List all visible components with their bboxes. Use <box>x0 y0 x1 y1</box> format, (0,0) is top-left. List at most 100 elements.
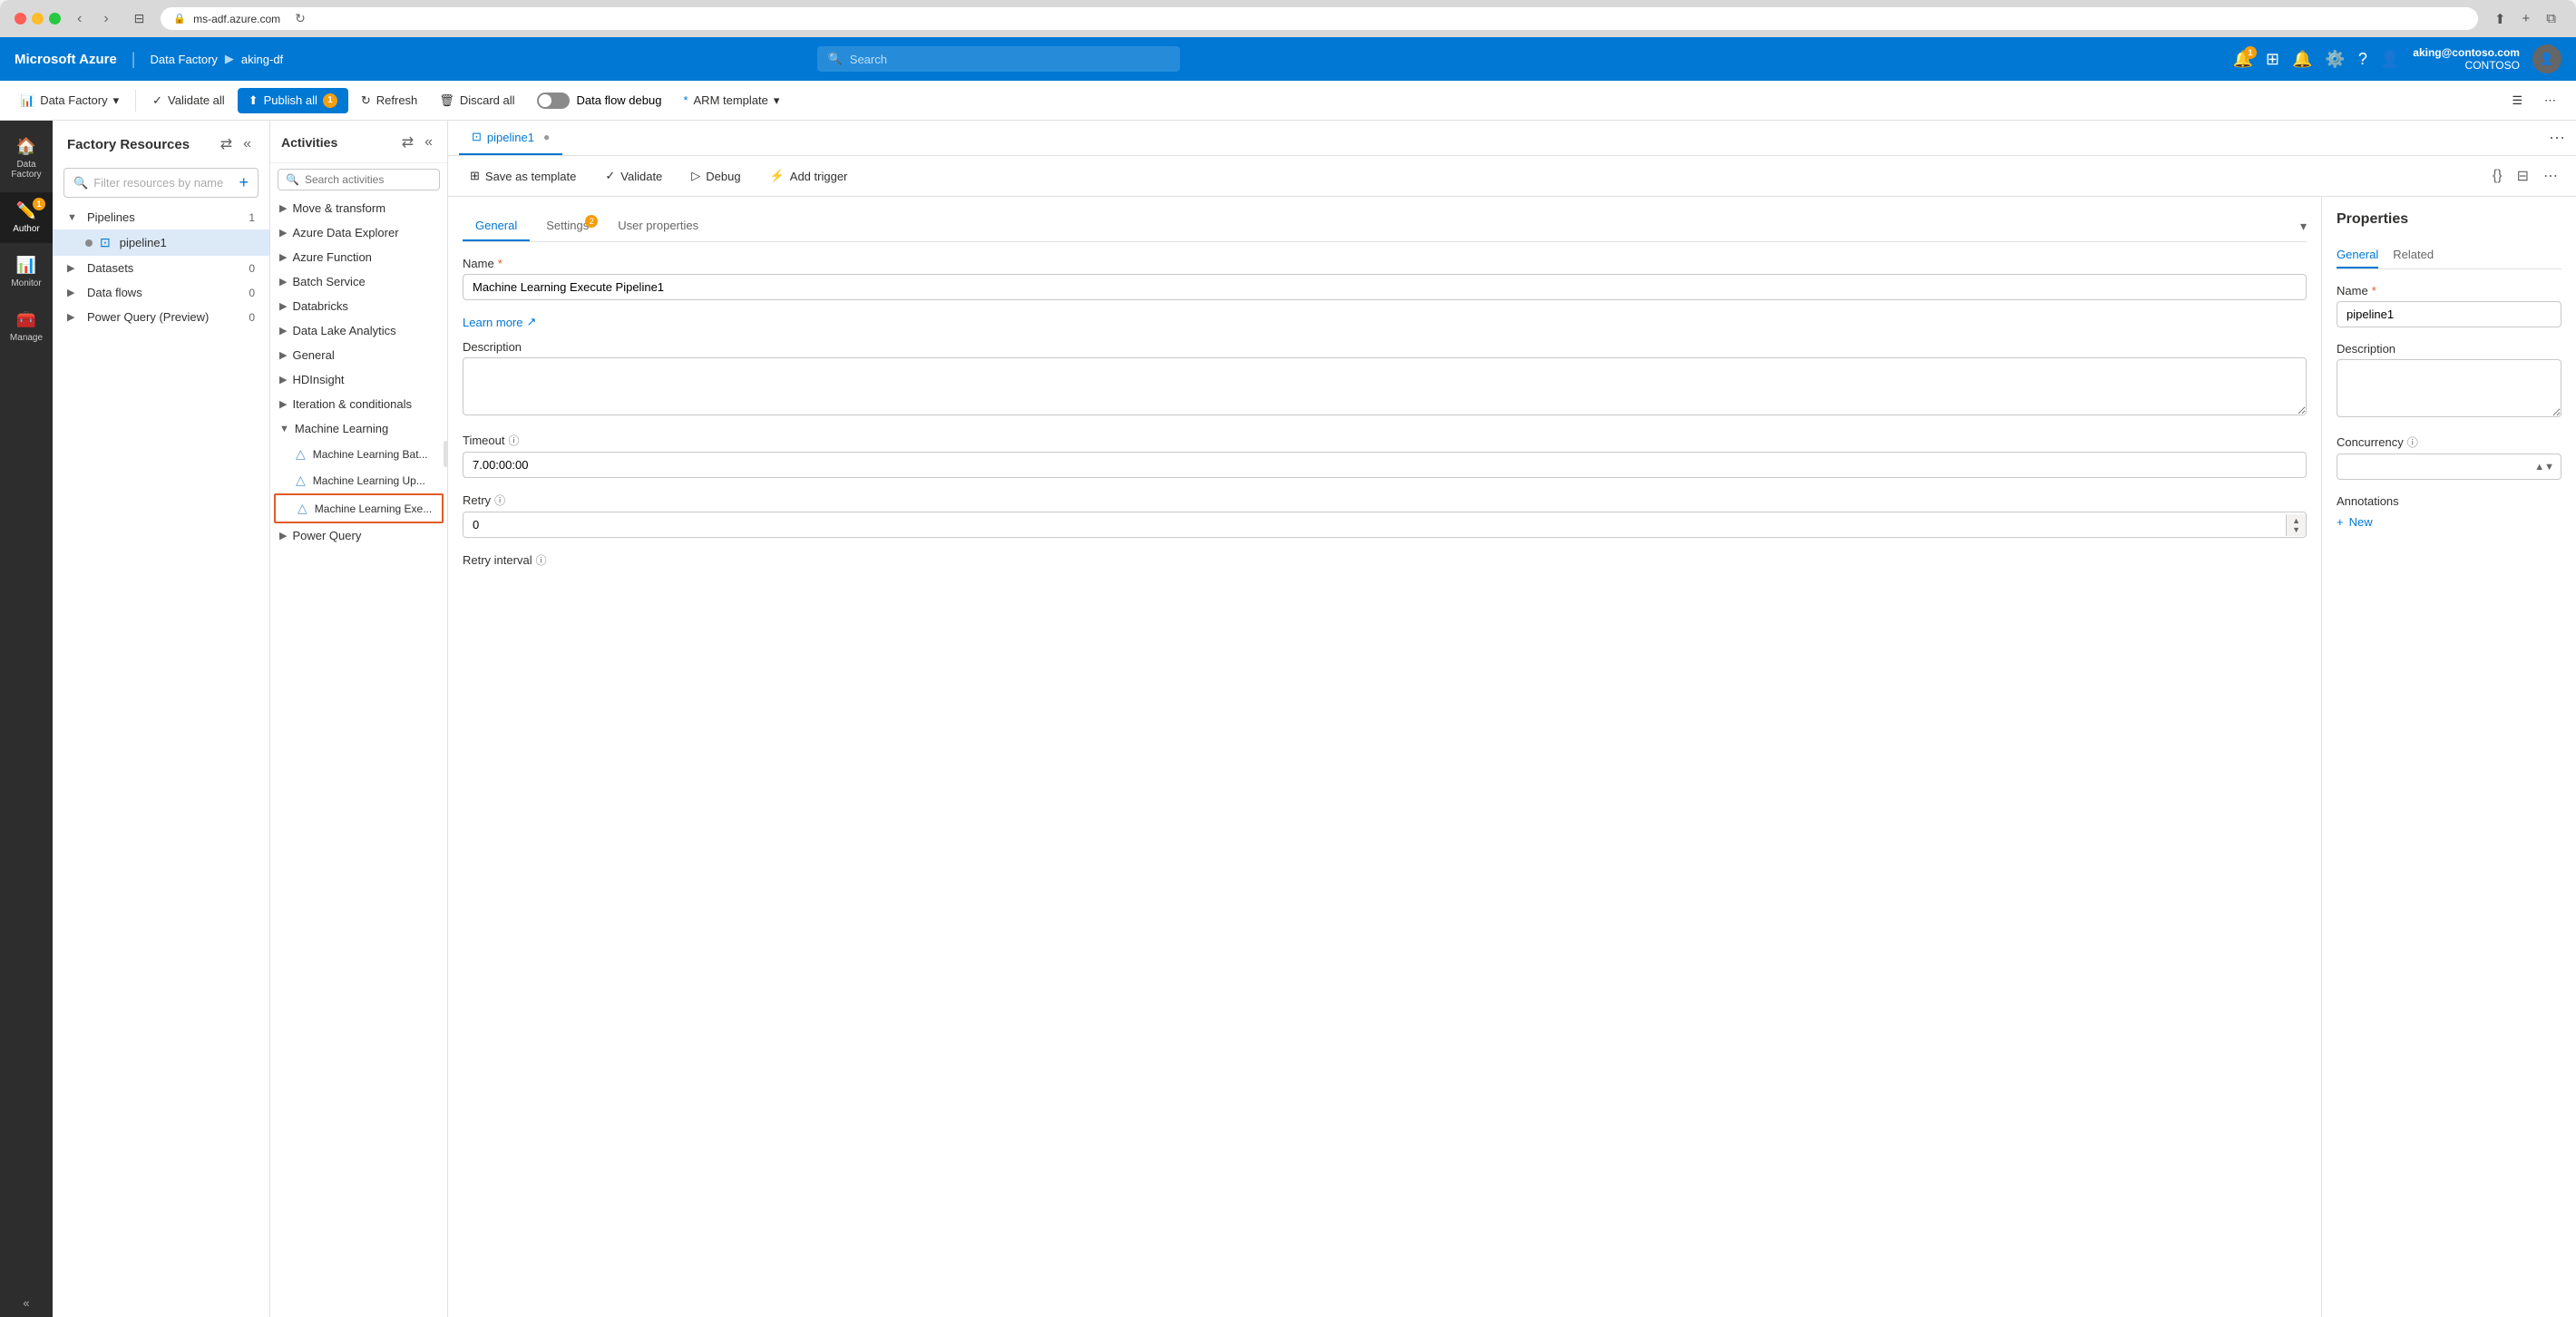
activities-collapse-btn[interactable]: « <box>421 130 436 155</box>
publish-all-button[interactable]: ⬆ Publish all 1 <box>238 88 348 113</box>
breadcrumb-data-factory[interactable]: Data Factory <box>150 53 217 66</box>
share-button[interactable]: ⬆ <box>2489 8 2512 30</box>
user-avatar[interactable]: 👤 <box>2532 44 2561 73</box>
activities-search[interactable]: 🔍 <box>278 169 440 190</box>
more-btn[interactable]: ⋯ <box>2540 163 2561 189</box>
refresh-button[interactable]: ↻ Refresh <box>352 88 426 113</box>
layout-btn[interactable]: ⊟ <box>2513 163 2532 189</box>
save-as-template-btn[interactable]: ⊞ Save as template <box>463 165 583 187</box>
sidebar-item-monitor[interactable]: 📊 Monitor <box>0 247 53 298</box>
activity-ml-batch[interactable]: △ Machine Learning Bat... <box>270 441 447 467</box>
activity-group-hdinsight[interactable]: ▶ HDInsight <box>270 367 447 392</box>
directory-icon[interactable]: ⊞ <box>2266 50 2279 69</box>
list-view-btn[interactable]: ☰ <box>2503 88 2532 113</box>
global-search[interactable]: 🔍 <box>817 46 1180 72</box>
activities-expand-btn[interactable]: ⇄ <box>398 130 417 155</box>
search-input[interactable] <box>850 53 1169 66</box>
azure-logo[interactable]: Microsoft Azure <box>15 52 117 67</box>
activity-group-ml[interactable]: ▼ Machine Learning <box>270 416 447 441</box>
activity-group-databricks[interactable]: ▶ Databricks <box>270 294 447 318</box>
collapse-panel-btn[interactable]: « <box>239 132 255 157</box>
help-icon[interactable]: ? <box>2358 50 2367 69</box>
tree-datasets[interactable]: ▶ Datasets 0 <box>53 256 269 280</box>
right-name-input[interactable] <box>2337 301 2561 327</box>
activity-group-azure-explorer[interactable]: ▶ Azure Data Explorer <box>270 220 447 245</box>
concurrency-select[interactable] <box>2337 454 2561 480</box>
activity-group-iteration[interactable]: ▶ Iteration & conditionals <box>270 392 447 416</box>
forward-button[interactable]: › <box>98 9 113 29</box>
activity-ml-update[interactable]: △ Machine Learning Up... <box>270 467 447 493</box>
scrollbar[interactable] <box>444 441 447 467</box>
notifications-icon[interactable]: 🔔1 <box>2232 50 2252 69</box>
add-trigger-btn[interactable]: ⚡ Add trigger <box>763 165 855 187</box>
activity-properties-panel: General Settings 2 User properties ▾ Nam… <box>448 197 2322 1317</box>
debug-toggle[interactable]: Data flow debug <box>528 89 671 112</box>
activity-name-input[interactable] <box>463 274 2307 300</box>
activity-group-power-query[interactable]: ▶ Power Query <box>270 523 447 548</box>
arm-template-button[interactable]: * ARM template ▾ <box>674 88 788 113</box>
reload-button[interactable]: ↻ <box>295 11 306 26</box>
learn-more-link[interactable]: Learn more ↗ <box>463 315 2307 329</box>
publish-badge: 1 <box>323 93 337 108</box>
collapse-sidebar-btn[interactable]: « <box>15 1289 36 1317</box>
more-options-btn[interactable]: ⋯ <box>2535 88 2565 113</box>
activities-search-input[interactable] <box>305 173 432 186</box>
resources-search[interactable]: 🔍 + <box>63 168 259 198</box>
data-factory-dropdown-btn[interactable]: 📊 Data Factory ▾ <box>11 88 128 113</box>
ml-batch-label: Machine Learning Bat... <box>313 448 428 461</box>
description-textarea[interactable] <box>463 357 2307 415</box>
tab-settings[interactable]: Settings 2 <box>533 211 601 241</box>
activity-ml-execute[interactable]: △ Machine Learning Exe... <box>274 493 444 523</box>
group-label: Azure Function <box>292 250 371 264</box>
new-tab-button[interactable]: + <box>2517 8 2536 30</box>
feedback-icon[interactable]: 👤 <box>2380 50 2400 69</box>
props-chevron-btn[interactable]: ▾ <box>2300 219 2307 234</box>
add-resource-btn[interactable]: + <box>239 173 249 192</box>
tree-pipelines[interactable]: ▼ Pipelines 1 <box>53 205 269 229</box>
activity-group-move-transform[interactable]: ▶ Move & transform <box>270 196 447 220</box>
validate-all-button[interactable]: ✓ Validate all <box>143 88 234 113</box>
right-tab-general[interactable]: General <box>2337 242 2378 268</box>
sidebar-toggle-icon[interactable]: ⊟ <box>129 8 151 29</box>
pipeline1-tab[interactable]: ⊡ pipeline1 ● <box>459 121 562 155</box>
toggle-switch[interactable] <box>537 93 570 109</box>
add-annotation-btn[interactable]: + New <box>2337 515 2561 529</box>
timeout-input[interactable] <box>463 452 2307 478</box>
debug-btn[interactable]: ▷ Debug <box>684 165 747 187</box>
right-tab-related[interactable]: Related <box>2393 242 2434 268</box>
activity-group-azure-function[interactable]: ▶ Azure Function <box>270 245 447 269</box>
activity-group-general[interactable]: ▶ General <box>270 343 447 367</box>
user-email: aking@contoso.com <box>2413 46 2520 59</box>
tab-general[interactable]: General <box>463 211 530 241</box>
resources-search-input[interactable] <box>93 176 233 190</box>
minimize-button[interactable] <box>32 13 44 24</box>
address-bar[interactable]: 🔒 ms-adf.azure.com ↻ <box>161 7 2478 30</box>
discard-all-button[interactable]: 🗑 Discard all <box>430 88 523 113</box>
ml-group-label: Machine Learning <box>295 422 388 435</box>
alert-icon[interactable]: 🔔 <box>2292 50 2312 69</box>
settings-icon[interactable]: ⚙️ <box>2325 50 2345 69</box>
retry-stepper[interactable]: ▲ ▼ <box>463 512 2307 538</box>
maximize-button[interactable] <box>49 13 61 24</box>
sidebar-item-author[interactable]: ✏️ Author 1 <box>0 192 53 243</box>
validate-btn[interactable]: ✓ Validate <box>598 165 669 187</box>
more-options-btn[interactable]: ⋯ <box>2549 129 2565 148</box>
tabs-button[interactable]: ⧉ <box>2541 8 2561 30</box>
sidebar-item-data-factory[interactable]: 🏠 Data Factory <box>0 128 53 189</box>
activity-group-batch-service[interactable]: ▶ Batch Service <box>270 269 447 294</box>
tree-power-query[interactable]: ▶ Power Query (Preview) 0 <box>53 305 269 329</box>
tab-user-properties[interactable]: User properties <box>605 211 711 241</box>
right-description-label: Description <box>2337 342 2561 356</box>
right-description-textarea[interactable] <box>2337 359 2561 417</box>
breadcrumb-aking-df[interactable]: aking-df <box>241 53 283 66</box>
retry-stepper-btns[interactable]: ▲ ▼ <box>2286 514 2306 536</box>
sidebar-item-manage[interactable]: 🧰 Manage <box>0 301 53 352</box>
back-button[interactable]: ‹ <box>72 9 87 29</box>
tree-data-flows[interactable]: ▶ Data flows 0 <box>53 280 269 305</box>
code-view-btn[interactable]: {} <box>2489 163 2506 189</box>
activity-group-datalake[interactable]: ▶ Data Lake Analytics <box>270 318 447 343</box>
retry-input[interactable] <box>463 512 2286 537</box>
close-button[interactable] <box>15 13 26 24</box>
tree-pipeline1[interactable]: ⊡ pipeline1 <box>53 229 269 256</box>
expand-all-btn[interactable]: ⇄ <box>217 132 236 157</box>
